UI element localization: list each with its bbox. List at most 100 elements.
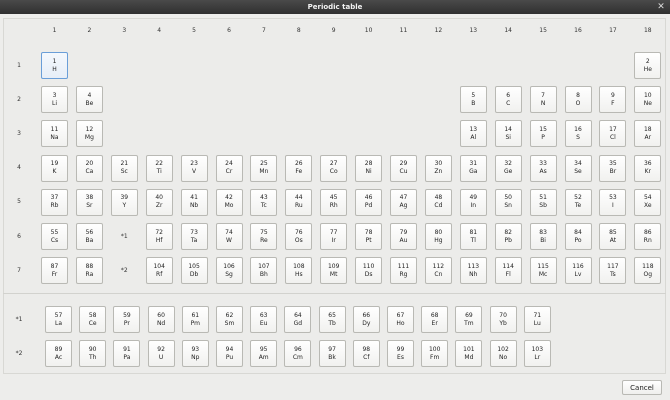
element-cell-b[interactable]: 5B [459, 86, 487, 114]
element-cell-sg[interactable]: 106 Sg [215, 257, 243, 285]
element-cell-ge[interactable]: 32 Ge [494, 154, 522, 182]
element-cell-dy[interactable]: 66 Dy [352, 306, 380, 333]
element-cell-am[interactable]: 95 Am [250, 340, 278, 367]
element-cell-sb[interactable]: 51 Sb [529, 188, 557, 216]
element-cell-pd[interactable]: 46 Pd [355, 188, 383, 216]
element-cell-pa[interactable]: 91 Pa [113, 340, 141, 367]
element-cell-au[interactable]: 79 Au [390, 223, 417, 250]
element-cell-na[interactable]: 11 Na [41, 120, 68, 148]
element-cell-ag[interactable]: 47 Ag [390, 188, 417, 216]
element-cell-hf[interactable]: 72 Hf [145, 223, 173, 250]
element-cell-zr[interactable]: 40 Zr [145, 188, 173, 216]
element-cell-o[interactable]: 8O [564, 86, 592, 114]
element-cell-tc[interactable]: 43 Tc [250, 188, 278, 216]
element-cell-bk[interactable]: 97 Bk [318, 340, 346, 367]
element-cell-rh[interactable]: 45 Rh [320, 188, 348, 216]
element-cell-hs[interactable]: 108 Hs [285, 257, 313, 285]
element-cell-w[interactable]: 74 W [215, 223, 243, 250]
element-cell-pt[interactable]: 78 Pt [355, 223, 383, 250]
element-cell-as[interactable]: 33 As [529, 154, 557, 182]
element-cell-cu[interactable]: 29 Cu [390, 154, 417, 182]
element-cell-es[interactable]: 99 Es [387, 340, 414, 367]
element-cell-rn[interactable]: 86 Rn [634, 223, 662, 250]
element-cell-co[interactable]: 27 Co [320, 154, 348, 182]
element-cell-pm[interactable]: 61 Pm [181, 306, 209, 333]
element-cell-mg[interactable]: 12 Mg [75, 120, 103, 148]
element-cell-ti[interactable]: 22 Ti [145, 154, 173, 182]
element-cell-rg[interactable]: 111 Rg [390, 257, 417, 285]
element-cell-cd[interactable]: 48 Cd [424, 188, 452, 216]
element-cell-rf[interactable]: 104 Rf [145, 257, 173, 285]
element-cell-sm[interactable]: 62 Sm [216, 306, 243, 333]
element-cell-br[interactable]: 35 Br [599, 154, 627, 182]
element-cell-kr[interactable]: 36 Kr [634, 154, 662, 182]
element-cell-si[interactable]: 14 Si [494, 120, 522, 148]
element-cell-nh[interactable]: 113 Nh [459, 257, 487, 285]
element-cell-zn[interactable]: 30 Zn [424, 154, 452, 182]
element-cell-ru[interactable]: 44 Ru [285, 188, 313, 216]
element-cell-re[interactable]: 75 Re [250, 223, 278, 250]
element-cell-h[interactable]: 1H [41, 52, 68, 79]
element-cell-ta[interactable]: 73 Ta [180, 223, 208, 250]
element-cell-nb[interactable]: 41 Nb [180, 188, 208, 216]
element-cell-lv[interactable]: 116 Lv [564, 257, 592, 285]
element-cell-fe[interactable]: 26 Fe [285, 154, 313, 182]
element-cell-ir[interactable]: 77 Ir [320, 223, 348, 250]
element-cell-sn[interactable]: 50 Sn [494, 188, 522, 216]
element-cell-ga[interactable]: 31 Ga [459, 154, 487, 182]
element-cell-ni[interactable]: 28 Ni [355, 154, 383, 182]
element-cell-pb[interactable]: 82 Pb [494, 223, 522, 250]
element-cell-np[interactable]: 93 Np [181, 340, 209, 367]
element-cell-in[interactable]: 49 In [459, 188, 487, 216]
element-cell-lr[interactable]: 103 Lr [523, 340, 551, 367]
element-cell-k[interactable]: 19 K [41, 154, 68, 182]
cancel-button[interactable]: Cancel [622, 380, 662, 395]
element-cell-ho[interactable]: 67 Ho [387, 306, 414, 333]
element-cell-sr[interactable]: 38 Sr [75, 188, 103, 216]
element-cell-cn[interactable]: 112 Cn [424, 257, 452, 285]
element-cell-li[interactable]: 3 Li [41, 86, 68, 114]
element-cell-no[interactable]: 102 No [489, 340, 517, 367]
element-cell-yb[interactable]: 70 Yb [489, 306, 517, 333]
element-cell-pu[interactable]: 94 Pu [216, 340, 243, 367]
element-cell-cl[interactable]: 17 Cl [599, 120, 627, 148]
element-cell-at[interactable]: 85 At [599, 223, 627, 250]
element-cell-f[interactable]: 9F [599, 86, 627, 114]
element-cell-th[interactable]: 90 Th [79, 340, 107, 367]
element-cell-ne[interactable]: 10 Ne [634, 86, 662, 114]
element-cell-v[interactable]: 23 V [180, 154, 208, 182]
element-cell-ce[interactable]: 58 Ce [79, 306, 107, 333]
element-cell-n[interactable]: 7N [529, 86, 557, 114]
element-cell-mt[interactable]: 109 Mt [320, 257, 348, 285]
element-cell-fr[interactable]: 87 Fr [41, 257, 68, 285]
element-cell-po[interactable]: 84 Po [564, 223, 592, 250]
element-cell-la[interactable]: 57 La [45, 306, 72, 333]
element-cell-cf[interactable]: 98 Cf [352, 340, 380, 367]
element-cell-i[interactable]: 53 I [599, 188, 627, 216]
element-cell-bi[interactable]: 83 Bi [529, 223, 557, 250]
element-cell-eu[interactable]: 63 Eu [250, 306, 278, 333]
element-cell-mn[interactable]: 25 Mn [250, 154, 278, 182]
element-cell-rb[interactable]: 37 Rb [41, 188, 68, 216]
element-cell-ar[interactable]: 18 Ar [634, 120, 662, 148]
element-cell-gd[interactable]: 64 Gd [284, 306, 312, 333]
element-cell-mc[interactable]: 115 Mc [529, 257, 557, 285]
element-cell-u[interactable]: 92 U [147, 340, 175, 367]
element-cell-nd[interactable]: 60 Nd [147, 306, 175, 333]
element-cell-cr[interactable]: 24 Cr [215, 154, 243, 182]
element-cell-ba[interactable]: 56 Ba [75, 223, 103, 250]
element-cell-og[interactable]: 118 Og [634, 257, 662, 285]
element-cell-ts[interactable]: 117 Ts [599, 257, 627, 285]
element-cell-os[interactable]: 76 Os [285, 223, 313, 250]
element-cell-pr[interactable]: 59 Pr [113, 306, 141, 333]
close-icon[interactable]: ✕ [656, 2, 666, 12]
element-cell-ac[interactable]: 89 Ac [45, 340, 72, 367]
element-cell-be[interactable]: 4 Be [75, 86, 103, 114]
element-cell-md[interactable]: 101 Md [455, 340, 483, 367]
element-cell-cm[interactable]: 96 Cm [284, 340, 312, 367]
element-cell-hg[interactable]: 80 Hg [424, 223, 452, 250]
element-cell-ca[interactable]: 20 Ca [75, 154, 103, 182]
element-cell-se[interactable]: 34 Se [564, 154, 592, 182]
element-cell-p[interactable]: 15 P [529, 120, 557, 148]
element-cell-fm[interactable]: 100 Fm [421, 340, 449, 367]
